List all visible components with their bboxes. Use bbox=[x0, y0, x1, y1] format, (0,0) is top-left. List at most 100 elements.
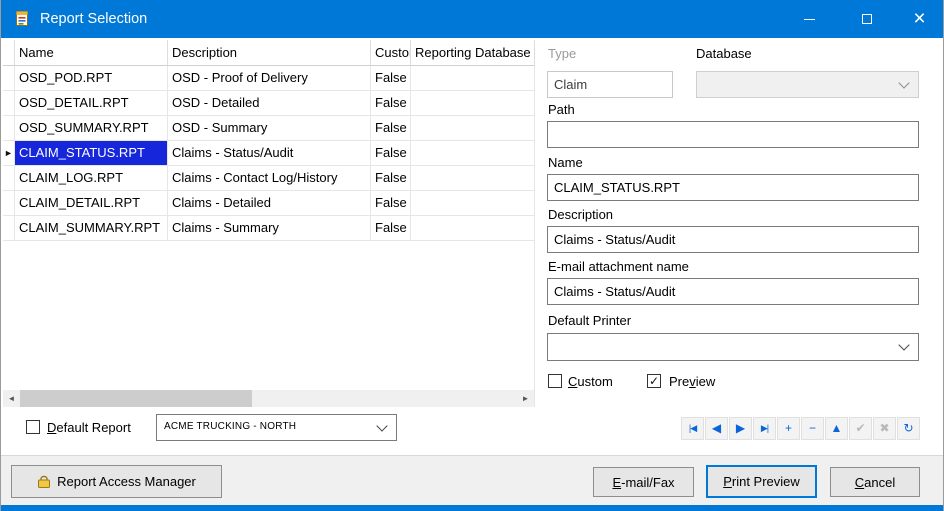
cell-custom[interactable]: False bbox=[371, 216, 411, 241]
email-fax-label: E-mail/Fax bbox=[612, 475, 674, 490]
cell-reporting-database[interactable] bbox=[411, 91, 535, 116]
cell-description[interactable]: Claims - Detailed bbox=[168, 191, 371, 216]
preview-checkbox[interactable]: ✓ bbox=[647, 374, 661, 388]
custom-checkbox-label[interactable]: Custom bbox=[568, 374, 613, 389]
preview-checkbox-label[interactable]: Preview bbox=[669, 374, 715, 389]
row-indicator bbox=[3, 216, 15, 241]
header-description[interactable]: Description bbox=[168, 40, 371, 66]
scroll-left-icon[interactable]: ◄ bbox=[3, 390, 20, 407]
header-custom[interactable]: Custom bbox=[371, 40, 411, 66]
company-select[interactable]: ACME TRUCKING - NORTH bbox=[156, 414, 397, 441]
table-row[interactable]: ► CLAIM_STATUS.RPT Claims - Status/Audit… bbox=[3, 141, 534, 166]
row-indicator bbox=[3, 66, 15, 91]
cell-reporting-database[interactable] bbox=[411, 116, 535, 141]
cell-description[interactable]: OSD - Detailed bbox=[168, 91, 371, 116]
scrollbar-thumb[interactable] bbox=[20, 390, 252, 407]
cell-name[interactable]: CLAIM_STATUS.RPT bbox=[15, 141, 168, 166]
nav-insert-button[interactable]: + bbox=[777, 417, 800, 440]
cell-reporting-database[interactable] bbox=[411, 216, 535, 241]
cell-name[interactable]: CLAIM_LOG.RPT bbox=[15, 166, 168, 191]
nav-last-button[interactable]: ▶| bbox=[753, 417, 776, 440]
cell-description[interactable]: Claims - Summary bbox=[168, 216, 371, 241]
description-field[interactable] bbox=[547, 226, 919, 253]
maximize-button[interactable] bbox=[838, 0, 896, 38]
print-preview-button[interactable]: Print Preview bbox=[706, 465, 817, 498]
minimize-icon bbox=[804, 19, 815, 20]
name-label: Name bbox=[548, 155, 583, 170]
header-indicator bbox=[3, 40, 15, 66]
type-field bbox=[547, 71, 673, 98]
footer-bar: Report Access Manager E-mail/Fax Print P… bbox=[1, 455, 943, 505]
default-printer-label: Default Printer bbox=[548, 313, 631, 328]
header-reporting-database[interactable]: Reporting Database bbox=[411, 40, 535, 66]
nav-next-button[interactable]: ▶ bbox=[729, 417, 752, 440]
type-label: Type bbox=[548, 46, 576, 61]
nav-prior-button[interactable]: ◀ bbox=[705, 417, 728, 440]
nav-first-button[interactable]: |◀ bbox=[681, 417, 704, 440]
email-fax-button[interactable]: E-mail/Fax bbox=[593, 467, 694, 497]
cell-name[interactable]: CLAIM_SUMMARY.RPT bbox=[15, 216, 168, 241]
report-selection-window: Report Selection × Name Description Cust… bbox=[0, 0, 944, 511]
default-printer-select[interactable] bbox=[547, 333, 919, 361]
report-access-manager-button[interactable]: Report Access Manager bbox=[11, 465, 222, 498]
window-bottom-border bbox=[1, 505, 943, 511]
cell-name[interactable]: OSD_SUMMARY.RPT bbox=[15, 116, 168, 141]
row-indicator: ► bbox=[3, 141, 15, 166]
cell-custom[interactable]: False bbox=[371, 191, 411, 216]
app-icon bbox=[14, 10, 32, 28]
print-preview-label: Print Preview bbox=[723, 474, 800, 489]
horizontal-scrollbar[interactable]: ◄ ► bbox=[3, 390, 534, 407]
name-field[interactable] bbox=[547, 174, 919, 201]
database-select bbox=[696, 71, 919, 98]
table-row[interactable]: OSD_SUMMARY.RPT OSD - Summary False bbox=[3, 116, 534, 141]
scroll-right-icon[interactable]: ► bbox=[517, 390, 534, 407]
table-row[interactable]: CLAIM_SUMMARY.RPT Claims - Summary False bbox=[3, 216, 534, 241]
default-report-label[interactable]: Default Report bbox=[47, 420, 131, 435]
minimize-button[interactable] bbox=[780, 0, 838, 38]
cell-reporting-database[interactable] bbox=[411, 66, 535, 91]
company-value: ACME TRUCKING - NORTH bbox=[164, 415, 372, 440]
nav-edit-button[interactable]: ▲ bbox=[825, 417, 848, 440]
table-row[interactable]: CLAIM_LOG.RPT Claims - Contact Log/Histo… bbox=[3, 166, 534, 191]
maximize-icon bbox=[862, 14, 872, 24]
cancel-label: Cancel bbox=[855, 475, 895, 490]
cell-name[interactable]: CLAIM_DETAIL.RPT bbox=[15, 191, 168, 216]
report-access-manager-label: Report Access Manager bbox=[57, 474, 196, 489]
nav-refresh-button[interactable]: ↻ bbox=[897, 417, 920, 440]
db-navigator: |◀◀▶▶|+−▲✔✖↻ bbox=[680, 417, 920, 440]
title-bar: Report Selection × bbox=[1, 0, 943, 38]
cell-description[interactable]: Claims - Contact Log/History bbox=[168, 166, 371, 191]
cell-custom[interactable]: False bbox=[371, 91, 411, 116]
nav-delete-button[interactable]: − bbox=[801, 417, 824, 440]
cell-reporting-database[interactable] bbox=[411, 191, 535, 216]
row-indicator bbox=[3, 191, 15, 216]
cancel-button[interactable]: Cancel bbox=[830, 467, 920, 497]
cell-description[interactable]: OSD - Summary bbox=[168, 116, 371, 141]
cell-name[interactable]: OSD_POD.RPT bbox=[15, 66, 168, 91]
close-button[interactable]: × bbox=[896, 0, 943, 38]
close-icon: × bbox=[913, 9, 925, 29]
path-field[interactable] bbox=[547, 121, 919, 148]
email-attachment-field[interactable] bbox=[547, 278, 919, 305]
header-name[interactable]: Name bbox=[15, 40, 168, 66]
cell-custom[interactable]: False bbox=[371, 116, 411, 141]
chevron-down-icon bbox=[376, 420, 387, 431]
custom-checkbox[interactable] bbox=[548, 374, 562, 388]
cell-description[interactable]: OSD - Proof of Delivery bbox=[168, 66, 371, 91]
table-row[interactable]: CLAIM_DETAIL.RPT Claims - Detailed False bbox=[3, 191, 534, 216]
cell-description[interactable]: Claims - Status/Audit bbox=[168, 141, 371, 166]
cell-custom[interactable]: False bbox=[371, 141, 411, 166]
default-report-checkbox[interactable] bbox=[26, 420, 40, 434]
report-access-icon bbox=[37, 475, 51, 489]
chevron-down-icon bbox=[898, 77, 909, 88]
table-row[interactable]: OSD_DETAIL.RPT OSD - Detailed False bbox=[3, 91, 534, 116]
cell-reporting-database[interactable] bbox=[411, 141, 535, 166]
cell-name[interactable]: OSD_DETAIL.RPT bbox=[15, 91, 168, 116]
chevron-down-icon bbox=[898, 339, 909, 350]
cell-custom[interactable]: False bbox=[371, 66, 411, 91]
row-indicator bbox=[3, 91, 15, 116]
cell-custom[interactable]: False bbox=[371, 166, 411, 191]
database-label: Database bbox=[696, 46, 752, 61]
cell-reporting-database[interactable] bbox=[411, 166, 535, 191]
table-row[interactable]: OSD_POD.RPT OSD - Proof of Delivery Fals… bbox=[3, 66, 534, 91]
